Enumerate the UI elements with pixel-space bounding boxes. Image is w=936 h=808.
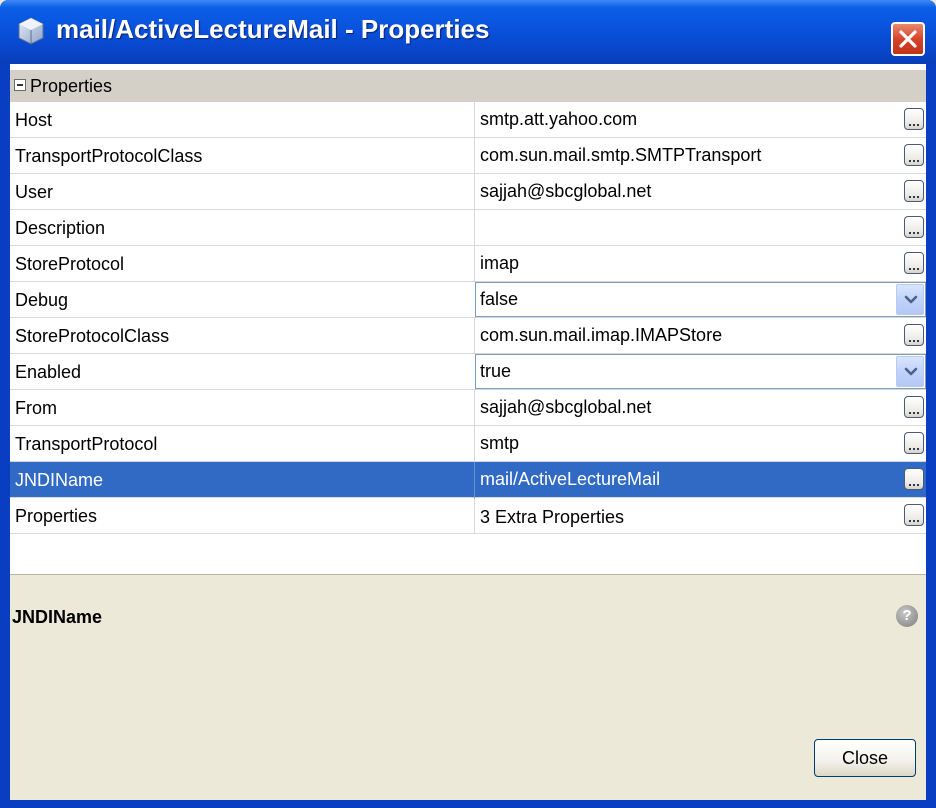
ellipsis-icon [908, 340, 920, 342]
property-name: Host [15, 110, 53, 130]
ellipsis-icon [908, 520, 920, 522]
ellipsis-button[interactable] [904, 324, 924, 346]
property-name: StoreProtocolClass [15, 326, 170, 346]
property-name: From [15, 398, 57, 418]
category-header-properties[interactable]: Properties [10, 70, 926, 102]
dialog-client-area: Properties Host smtp.att.yahoo.com Trans… [10, 64, 926, 800]
close-icon [899, 30, 917, 48]
ellipsis-button[interactable] [904, 468, 924, 490]
ellipsis-button[interactable] [904, 144, 924, 166]
dropdown-button[interactable] [896, 356, 924, 387]
column-divider [474, 390, 475, 426]
ellipsis-icon [908, 268, 920, 270]
property-name: JNDIName [15, 470, 104, 490]
ellipsis-icon [908, 448, 920, 450]
close-button[interactable]: Close [814, 739, 916, 777]
property-row-user[interactable]: User sajjah@sbcglobal.net [10, 174, 926, 210]
title-bar[interactable]: mail/ActiveLectureMail - Properties [0, 0, 936, 64]
property-row-host[interactable]: Host smtp.att.yahoo.com [10, 102, 926, 138]
property-row-properties[interactable]: Properties 3 Extra Properties [10, 498, 926, 534]
property-name: Enabled [15, 362, 82, 382]
column-divider [474, 246, 475, 282]
property-value[interactable]: sajjah@sbcglobal.net [480, 181, 651, 202]
category-label: Properties [30, 76, 113, 96]
column-divider [474, 462, 475, 498]
property-name: User [15, 182, 54, 202]
column-divider [474, 498, 475, 534]
window-title: mail/ActiveLectureMail - Properties [56, 14, 490, 44]
property-value[interactable]: sajjah@sbcglobal.net [480, 397, 651, 418]
chevron-down-icon [904, 295, 918, 304]
column-divider [474, 102, 475, 138]
column-divider [474, 318, 475, 354]
property-name: TransportProtocol [15, 434, 158, 454]
description-panel: JNDIName ? Close [10, 574, 926, 800]
ellipsis-icon [908, 232, 920, 234]
ellipsis-icon [908, 124, 920, 126]
property-name: StoreProtocol [15, 254, 125, 274]
property-value[interactable]: com.sun.mail.imap.IMAPStore [480, 325, 722, 346]
property-value[interactable]: com.sun.mail.smtp.SMTPTransport [480, 145, 761, 166]
column-divider [474, 426, 475, 462]
enabled-select[interactable]: true [475, 354, 926, 389]
ellipsis-icon [908, 412, 920, 414]
window-close-button[interactable] [891, 22, 925, 56]
description-title: JNDIName [12, 607, 103, 627]
property-row-storeprotocolclass[interactable]: StoreProtocolClass com.sun.mail.imap.IMA… [10, 318, 926, 354]
property-row-transportprotocolclass[interactable]: TransportProtocolClass com.sun.mail.smtp… [10, 138, 926, 174]
column-divider [474, 174, 475, 210]
ellipsis-button[interactable] [904, 216, 924, 238]
ellipsis-button[interactable] [904, 504, 924, 526]
property-row-enabled[interactable]: Enabled true [10, 354, 926, 390]
ellipsis-icon [908, 196, 920, 198]
collapse-icon[interactable] [14, 79, 26, 91]
property-row-transportprotocol[interactable]: TransportProtocol smtp [10, 426, 926, 462]
ellipsis-button[interactable] [904, 108, 924, 130]
property-name: TransportProtocolClass [15, 146, 203, 166]
property-row-jndiname[interactable]: JNDIName mail/ActiveLectureMail [10, 462, 926, 498]
ellipsis-icon [908, 160, 920, 162]
help-icon[interactable]: ? [896, 605, 918, 627]
property-row-description[interactable]: Description [10, 210, 926, 246]
property-value[interactable]: mail/ActiveLectureMail [480, 469, 660, 490]
property-value[interactable]: smtp.att.yahoo.com [480, 109, 637, 130]
ellipsis-icon [908, 484, 920, 486]
column-divider [474, 210, 475, 246]
property-row-storeprotocol[interactable]: StoreProtocol imap [10, 246, 926, 282]
property-value[interactable]: smtp [480, 433, 519, 454]
dropdown-button[interactable] [896, 284, 924, 315]
property-row-debug[interactable]: Debug false [10, 282, 926, 318]
ellipsis-button[interactable] [904, 432, 924, 454]
property-name: Description [15, 218, 106, 238]
column-divider [474, 138, 475, 174]
property-sheet: Properties Host smtp.att.yahoo.com Trans… [10, 64, 926, 574]
property-name: Debug [15, 290, 69, 310]
ellipsis-button[interactable] [904, 180, 924, 202]
property-row-from[interactable]: From sajjah@sbcglobal.net [10, 390, 926, 426]
property-value[interactable]: imap [480, 253, 519, 274]
properties-dialog: mail/ActiveLectureMail - Properties Prop… [0, 0, 936, 808]
property-value[interactable]: 3 Extra Properties [480, 507, 624, 528]
chevron-down-icon [904, 367, 918, 376]
property-name: Properties [15, 506, 98, 526]
debug-select[interactable]: false [475, 282, 926, 317]
bean-icon [18, 17, 44, 45]
select-value: false [480, 289, 519, 309]
ellipsis-button[interactable] [904, 396, 924, 418]
select-value: true [480, 361, 512, 381]
ellipsis-button[interactable] [904, 252, 924, 274]
